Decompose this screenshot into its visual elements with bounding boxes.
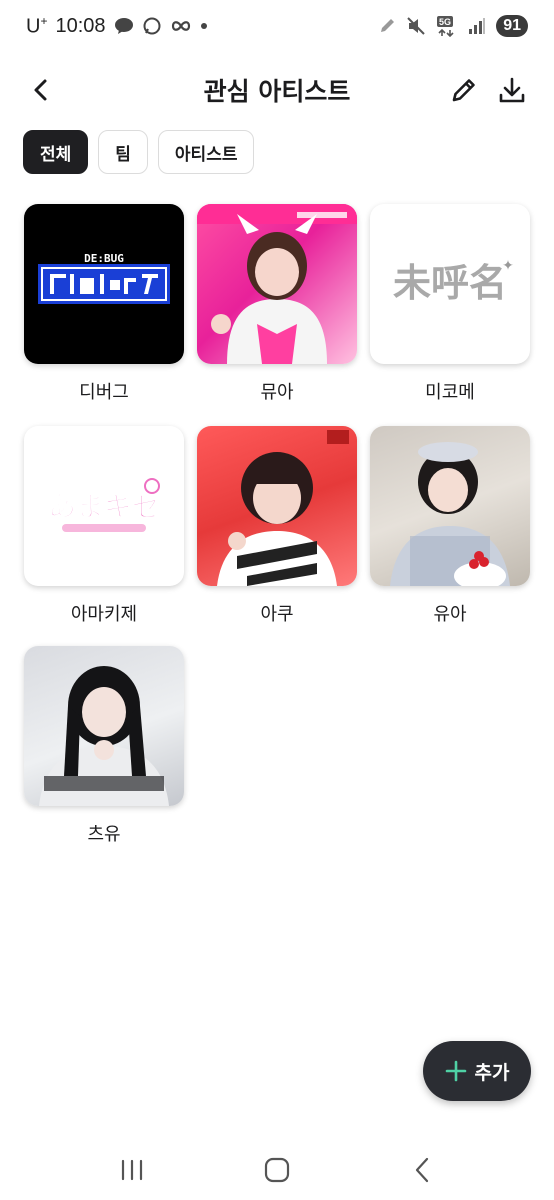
- svg-text:あまキゼ: あまキゼ: [48, 490, 160, 523]
- artist-thumbnail: 未呼名 ✦: [370, 204, 530, 364]
- artist-card[interactable]: 아쿠: [197, 426, 357, 626]
- artist-name: 아마키제: [70, 604, 138, 625]
- artist-photo: [39, 666, 169, 806]
- home-icon: [264, 1157, 290, 1183]
- artist-photo: [197, 204, 357, 364]
- artist-card[interactable]: あまキゼ 아마키제: [24, 426, 184, 626]
- artist-name: 유아: [433, 604, 467, 625]
- filter-chip-artist[interactable]: 아티스트: [157, 130, 255, 174]
- dot-icon: [200, 22, 208, 30]
- battery-indicator: 91: [496, 15, 528, 37]
- amakize-logo: あまキゼ: [47, 478, 161, 532]
- artist-thumbnail: [24, 646, 184, 806]
- recent-apps-button[interactable]: [112, 1150, 152, 1190]
- artist-card[interactable]: 뮤아: [197, 204, 357, 404]
- add-button-label: 추가: [474, 1061, 510, 1084]
- app-screen: U+ 10:08 5G 91 관심 아티스트 전체 팀 아티스트 DE:BUG …: [0, 0, 554, 1200]
- artist-name: 츠유: [87, 824, 121, 845]
- svg-text:DE:BUG: DE:BUG: [84, 252, 124, 265]
- download-icon: [499, 77, 525, 103]
- talk-icon: [114, 17, 134, 35]
- app-header: 관심 아티스트: [0, 60, 554, 120]
- debug-logo: DE:BUG: [38, 252, 170, 304]
- artist-thumbnail: DE:BUG: [24, 204, 184, 364]
- mikome-logo: 未呼名 ✦: [393, 258, 514, 305]
- svg-text:5G: 5G: [439, 17, 451, 27]
- plus-icon: [445, 1060, 466, 1082]
- network-5g-icon: 5G: [436, 15, 458, 37]
- artist-card[interactable]: 유아: [370, 426, 530, 626]
- artist-card[interactable]: 未呼名 ✦ 미코메: [370, 204, 530, 404]
- pencil-icon: [452, 79, 475, 102]
- svg-text:未呼名: 未呼名: [393, 260, 507, 305]
- page-title: 관심 아티스트: [203, 77, 351, 106]
- artist-name: 아쿠: [260, 604, 294, 625]
- filter-chip-team[interactable]: 팀: [98, 130, 148, 174]
- add-artist-button[interactable]: 추가: [423, 1041, 531, 1101]
- chat-bubble-icon: [142, 16, 162, 36]
- system-nav-bar: [0, 1140, 554, 1200]
- artist-photo: [217, 430, 349, 586]
- artist-photo: [390, 442, 510, 586]
- artist-thumbnail: [197, 426, 357, 586]
- chevron-left-icon: [415, 1157, 428, 1183]
- filter-chip-all[interactable]: 전체: [23, 130, 89, 174]
- edit-button[interactable]: [448, 74, 480, 106]
- infinity-icon: [170, 19, 192, 33]
- svg-text:✦: ✦: [502, 258, 514, 274]
- artist-thumbnail: [197, 204, 357, 364]
- status-right: 5G 91: [378, 15, 528, 37]
- artist-name: 디버그: [79, 382, 129, 403]
- filter-chips: 전체 팀 아티스트: [23, 130, 255, 174]
- chevron-left-icon: [34, 79, 47, 101]
- mute-icon: [406, 16, 426, 36]
- artist-name: 미코메: [425, 382, 475, 403]
- download-button[interactable]: [496, 74, 528, 106]
- back-button[interactable]: [26, 74, 58, 106]
- recent-apps-icon: [122, 1159, 143, 1181]
- home-button[interactable]: [257, 1150, 297, 1190]
- signal-icon: [468, 17, 486, 35]
- artist-thumbnail: [370, 426, 530, 586]
- artist-name: 뮤아: [260, 382, 294, 403]
- artist-card[interactable]: 츠유: [24, 646, 184, 846]
- status-clock: 10:08: [55, 14, 106, 37]
- pencil-status-icon: [378, 17, 396, 35]
- carrier-label: U+: [26, 13, 48, 38]
- status-left: U+ 10:08: [26, 14, 208, 39]
- artist-card[interactable]: DE:BUG 디버그: [24, 204, 184, 404]
- status-bar: U+ 10:08 5G 91: [0, 0, 554, 52]
- artist-thumbnail: あまキゼ: [24, 426, 184, 586]
- system-back-button[interactable]: [402, 1150, 442, 1190]
